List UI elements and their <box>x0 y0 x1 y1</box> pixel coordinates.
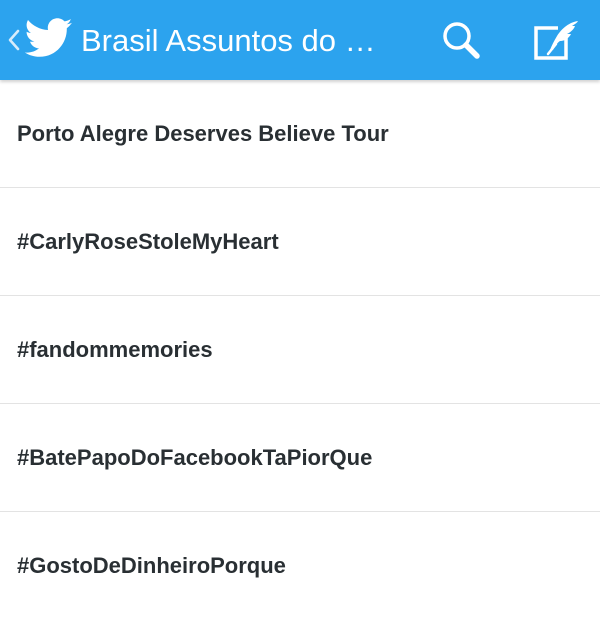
trend-item[interactable]: #GostoDeDinheiroPorque <box>0 512 600 619</box>
compose-tweet-button[interactable] <box>524 10 586 70</box>
action-bar: Brasil Assuntos do M... <box>0 0 600 80</box>
trend-label: Porto Alegre Deserves Believe Tour <box>17 121 389 146</box>
search-button[interactable] <box>430 10 490 70</box>
trend-label: #CarlyRoseStoleMyHeart <box>17 229 279 254</box>
search-icon <box>443 22 480 59</box>
trend-item[interactable]: #fandommemories <box>0 296 600 404</box>
trends-list: Porto Alegre Deserves Believe Tour #Carl… <box>0 80 600 619</box>
twitter-bird-icon <box>25 18 73 57</box>
chevron-left-icon <box>8 29 20 51</box>
compose-tweet-icon <box>534 21 578 60</box>
up-navigation-button[interactable]: Brasil Assuntos do M... <box>0 0 440 80</box>
page-title: Brasil Assuntos do M... <box>81 23 391 58</box>
trend-label: #BatePapoDoFacebookTaPiorQue <box>17 445 373 470</box>
trend-item[interactable]: Porto Alegre Deserves Believe Tour <box>0 80 600 188</box>
trend-item[interactable]: #BatePapoDoFacebookTaPiorQue <box>0 404 600 512</box>
trend-item[interactable]: #CarlyRoseStoleMyHeart <box>0 188 600 296</box>
trend-label: #fandommemories <box>17 337 213 362</box>
trend-label: #GostoDeDinheiroPorque <box>17 553 286 578</box>
